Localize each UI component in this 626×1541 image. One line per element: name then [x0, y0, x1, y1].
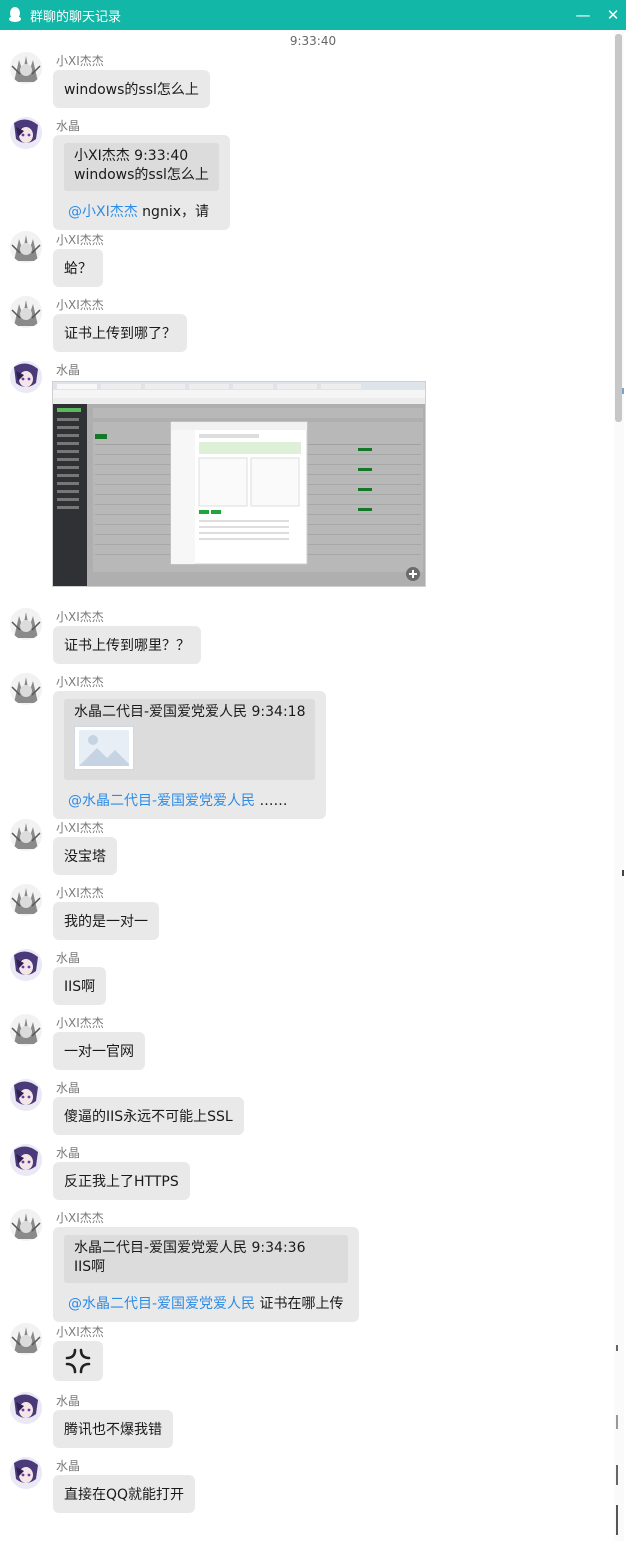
message-bubble[interactable]: 傻逼的IIS永远不可能上SSL [53, 1097, 244, 1135]
avatar[interactable] [10, 819, 42, 851]
message-bubble[interactable] [53, 1341, 103, 1381]
sender-name: 水晶 [56, 363, 81, 377]
mention-link[interactable]: @水晶二代目-爱国爱党爱人民 [68, 1296, 255, 1312]
window-title: 群聊的聊天记录 [30, 9, 122, 25]
message-text: 没宝塔 [64, 849, 106, 865]
message-text: 证书上传到哪里？？ [64, 638, 190, 654]
sender-name: 小XI杰杰 [56, 610, 104, 624]
avatar[interactable] [10, 296, 42, 328]
sender-name: 水晶 [56, 1394, 81, 1408]
avatar[interactable] [10, 1392, 42, 1424]
sender-name: 小XI杰杰 [56, 298, 104, 312]
close-button[interactable]: ✕ [598, 0, 626, 30]
scrollbar[interactable] [614, 30, 624, 1541]
message-text: 傻逼的IIS永远不可能上SSL [64, 1109, 233, 1125]
message-text: IIS啊 [64, 979, 96, 995]
message-bubble[interactable]: 小XI杰杰 9:33:40 windows的ssl怎么上 @小XI杰杰 ngni… [53, 135, 230, 230]
mention-link[interactable]: @小XI杰杰 [68, 204, 138, 220]
avatar[interactable] [10, 1079, 42, 1111]
avatar[interactable] [10, 1209, 42, 1241]
reply-quote[interactable]: 小XI杰杰 9:33:40 windows的ssl怎么上 [64, 143, 219, 191]
avatar[interactable] [10, 1457, 42, 1489]
mention-link[interactable]: @水晶二代目-爱国爱党爱人民 [68, 793, 255, 809]
message-text: ngnix，请 [137, 204, 209, 220]
message-bubble[interactable]: 蛤？ [53, 249, 103, 287]
reply-quote[interactable]: 水晶二代目-爱国爱党爱人民 9:34:36 IIS啊 [64, 1235, 348, 1283]
message-text: 反正我上了HTTPS [64, 1174, 179, 1190]
quote-text: IIS啊 [74, 1259, 106, 1275]
sender-name: 水晶 [56, 1146, 81, 1160]
message-timestamp: 9:33:40 [289, 34, 337, 48]
message-text: 直接在QQ就能打开 [64, 1487, 185, 1503]
message-text: 证书上传到哪了？ [64, 326, 176, 342]
sender-name: 水晶 [56, 951, 81, 965]
avatar[interactable] [10, 949, 42, 981]
message-bubble[interactable]: windows的ssl怎么上 [53, 70, 210, 108]
message-text: 蛤？ [64, 261, 92, 277]
message-text: 一对一官网 [64, 1044, 134, 1060]
sender-name: 小XI杰杰 [56, 886, 104, 900]
quote-header: 水晶二代目-爱国爱党爱人民 9:34:36 [74, 1240, 306, 1256]
sender-name: 小XI杰杰 [56, 675, 104, 689]
message-bubble[interactable]: 反正我上了HTTPS [53, 1162, 190, 1200]
message-bubble[interactable]: IIS啊 [53, 967, 107, 1005]
message-text: 腾讯也不爆我错 [64, 1422, 162, 1438]
sender-name: 水晶 [56, 119, 81, 133]
edge-marker [616, 1465, 618, 1485]
message-bubble[interactable]: 一对一官网 [53, 1032, 145, 1070]
message-bubble[interactable]: 腾讯也不爆我错 [53, 1410, 173, 1448]
sender-name: 水晶 [56, 1459, 81, 1473]
avatar[interactable] [10, 52, 42, 84]
message-bubble[interactable]: 水晶二代目-爱国爱党爱人民 9:34:18 @水晶二代目-爱国爱党爱人民 …… [53, 691, 327, 819]
avatar[interactable] [10, 884, 42, 916]
qq-penguin-icon [9, 7, 21, 22]
reply-quote[interactable]: 水晶二代目-爱国爱党爱人民 9:34:18 [64, 699, 316, 780]
sender-name: 小XI杰杰 [56, 1211, 104, 1225]
message-bubble[interactable]: 没宝塔 [53, 837, 117, 875]
avatar[interactable] [10, 231, 42, 263]
quote-header: 水晶二代目-爱国爱党爱人民 9:34:18 [74, 704, 306, 720]
screenshot-image [53, 382, 425, 586]
edge-marker [616, 1345, 618, 1351]
sender-name: 水晶 [56, 1081, 81, 1095]
sender-name: 小XI杰杰 [56, 1016, 104, 1030]
image-message[interactable] [52, 381, 426, 587]
message-text: windows的ssl怎么上 [64, 82, 199, 98]
avatar[interactable] [10, 1323, 42, 1355]
scrollbar-thumb[interactable] [615, 34, 622, 422]
message-bubble[interactable]: 直接在QQ就能打开 [53, 1475, 196, 1513]
avatar[interactable] [10, 1144, 42, 1176]
message-bubble[interactable]: 水晶二代目-爱国爱党爱人民 9:34:36 IIS啊 @水晶二代目-爱国爱党爱人… [53, 1227, 359, 1322]
message-text: …… [255, 793, 288, 809]
message-bubble[interactable]: 证书上传到哪了？ [53, 314, 187, 352]
sender-name: 小XI杰杰 [56, 1325, 104, 1339]
avatar[interactable] [10, 1014, 42, 1046]
anger-emoji-icon [65, 1348, 91, 1374]
quote-header: 小XI杰杰 9:33:40 [74, 148, 189, 164]
quote-text: windows的ssl怎么上 [74, 167, 209, 183]
title-bar: 群聊的聊天记录 — ✕ [0, 0, 626, 30]
image-placeholder[interactable] [74, 726, 134, 770]
avatar[interactable] [10, 117, 42, 149]
edge-marker [616, 1505, 618, 1535]
avatar[interactable] [10, 361, 42, 393]
sender-name: 小XI杰杰 [56, 821, 104, 835]
sender-name: 小XI杰杰 [56, 233, 104, 247]
image-icon [79, 730, 129, 766]
edge-marker [622, 870, 624, 876]
message-text: 我的是一对一 [64, 914, 148, 930]
minimize-button[interactable]: — [568, 0, 598, 30]
sender-name: 小XI杰杰 [56, 54, 104, 68]
message-text: 证书在哪上传 [255, 1296, 344, 1312]
avatar[interactable] [10, 608, 42, 640]
message-bubble[interactable]: 证书上传到哪里？？ [53, 626, 201, 664]
edge-marker [616, 1415, 618, 1429]
edge-marker [622, 388, 624, 394]
avatar[interactable] [10, 673, 42, 705]
message-bubble[interactable]: 我的是一对一 [53, 902, 159, 940]
